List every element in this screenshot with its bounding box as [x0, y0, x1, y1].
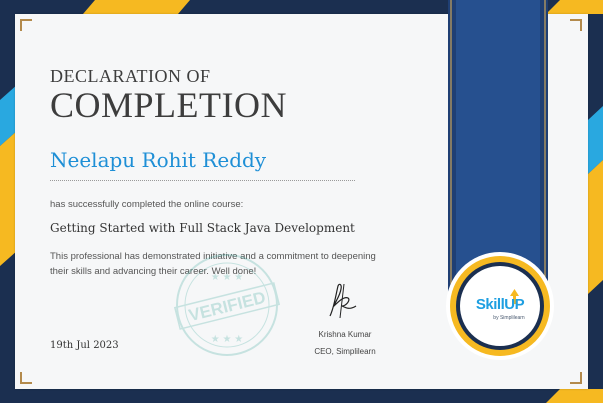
course-title: Getting Started with Full Stack Java Dev… [50, 221, 355, 235]
signer-title: CEO, Simplilearn [314, 347, 376, 356]
signature-icon [329, 283, 357, 319]
intro-text: has successfully completed the online co… [50, 199, 244, 210]
signer-name: Krishna Kumar [318, 330, 372, 339]
corner-ornament [20, 19, 32, 31]
name-underline [50, 180, 355, 181]
corner-ornament [20, 372, 32, 384]
certificate-page: SkillUP by Simplilearn DECLARATION OF CO… [0, 0, 603, 403]
badge-brand: SkillUP [475, 296, 525, 313]
svg-text:★ ★ ★: ★ ★ ★ [211, 334, 243, 345]
heading-line-2: COMPLETION [50, 85, 287, 125]
corner-ornament [570, 19, 582, 31]
svg-text:★ ★ ★: ★ ★ ★ [211, 272, 243, 283]
recipient-name: Neelapu Rohit Reddy [50, 148, 267, 172]
completion-date: 19th Jul 2023 [50, 340, 119, 351]
stamp-label: VERIFIED [187, 288, 268, 325]
verified-stamp-icon: ★ ★ ★ ★ ★ ★ VERIFIED [173, 254, 281, 356]
corner-ornament [570, 372, 582, 384]
badge-subtitle: by Simplilearn [493, 315, 525, 321]
